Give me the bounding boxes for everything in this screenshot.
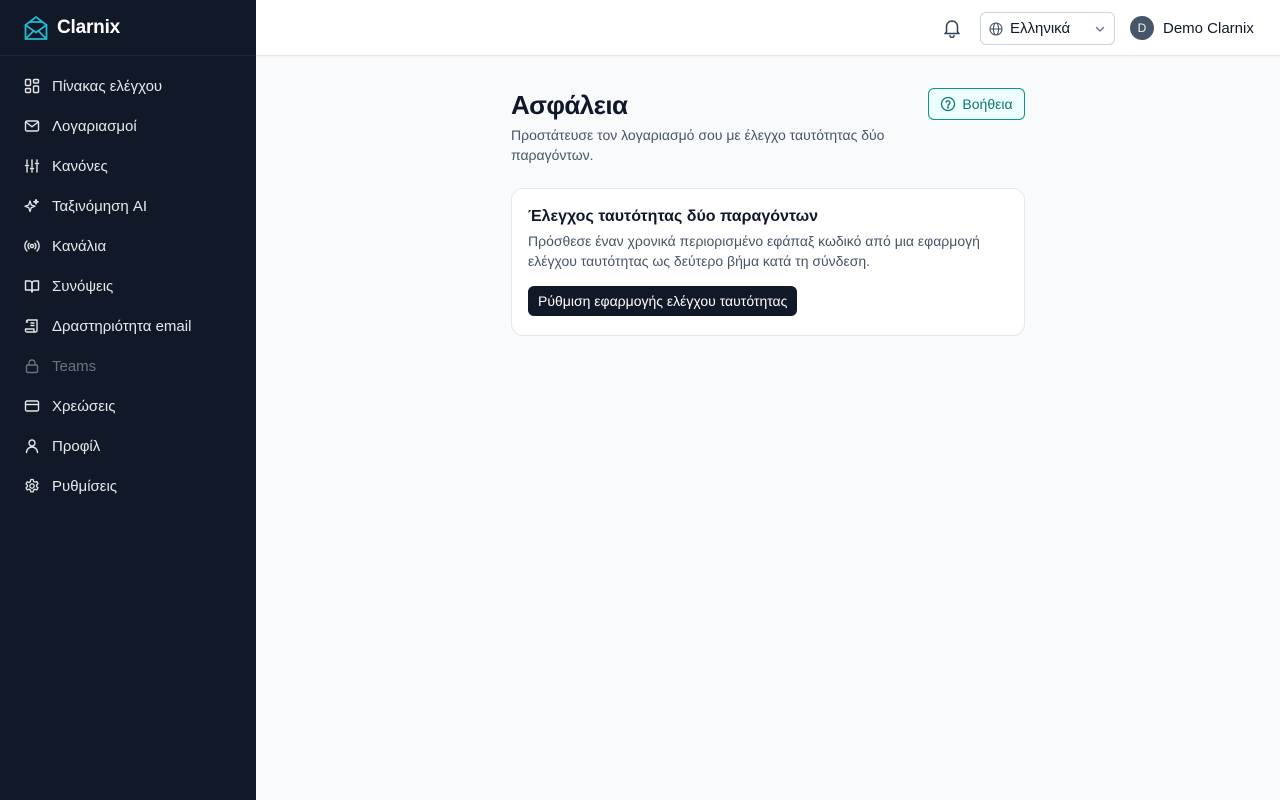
sidebar-item-label: Ρυθμίσεις — [52, 477, 118, 495]
sidebar-item-label: Δραστηριότητα email — [52, 317, 192, 335]
brand[interactable]: Clarnix — [0, 0, 256, 56]
setup-authenticator-button[interactable]: Ρύθμιση εφαρμογής ελέγχου ταυτότητας — [528, 286, 798, 316]
user-icon — [24, 438, 40, 454]
sidebar-item-label: Χρεώσεις — [52, 397, 116, 415]
credit-card-icon — [24, 398, 40, 414]
language-select-value: Ελληνικά — [1010, 20, 1071, 37]
sidebar-item-label: Κανόνες — [52, 157, 108, 175]
main-content: Ασφάλεια Προστάτευσε τον λογαριασμό σου … — [511, 88, 1025, 336]
sparkles-icon — [24, 198, 40, 214]
avatar: D — [1130, 16, 1154, 40]
brand-name: Clarnix — [57, 16, 121, 38]
gear-icon — [24, 478, 40, 494]
sidebar-item-teams: Teams — [0, 346, 256, 386]
sidebar-item-label: Προφίλ — [52, 437, 101, 455]
sliders-icon — [24, 158, 40, 174]
radio-icon — [24, 238, 40, 254]
sidebar-item-ai-sorting[interactable]: Ταξινόμηση AI — [0, 186, 256, 226]
sidebar-item-label: Κανάλια — [52, 237, 107, 255]
sidebar-item-rules[interactable]: Κανόνες — [0, 146, 256, 186]
help-button[interactable]: Βοήθεια — [928, 88, 1025, 120]
book-icon — [24, 278, 40, 294]
two-factor-card: Έλεγχος ταυτότητας δύο παραγόντων Πρόσθε… — [511, 188, 1025, 336]
user-menu[interactable]: D Demo Clarnix — [1130, 16, 1254, 40]
two-factor-card-title: Έλεγχος ταυτότητας δύο παραγόντων — [528, 208, 819, 225]
help-circle-icon — [940, 96, 956, 112]
sidebar-item-label: Teams — [52, 357, 97, 375]
globe-icon — [989, 21, 1003, 36]
sidebar-item-settings[interactable]: Ρυθμίσεις — [0, 466, 256, 506]
dashboard-icon — [24, 78, 40, 94]
scroll-icon — [24, 318, 40, 334]
two-factor-card-description: Πρόσθεσε έναν χρονικά περιορισμένο εφάπα… — [528, 233, 980, 269]
sidebar-item-label: Πίνακας ελέγχου — [52, 77, 163, 95]
sidebar-item-label: Συνόψεις — [52, 277, 114, 295]
chevron-down-icon — [1094, 23, 1106, 35]
mail-icon — [24, 118, 40, 134]
sidebar-item-accounts[interactable]: Λογαριασμοί — [0, 106, 256, 146]
notifications-bell-icon[interactable] — [940, 16, 964, 40]
top-bar: Ελληνικά D Demo Clarnix — [256, 0, 1280, 56]
lock-icon — [24, 358, 40, 374]
sidebar-item-profile[interactable]: Προφίλ — [0, 426, 256, 466]
page-subtitle: Προστάτευσε τον λογαριασμό σου με έλεγχο… — [511, 127, 885, 163]
sidebar-item-dashboard[interactable]: Πίνακας ελέγχου — [0, 66, 256, 106]
clarnix-logo-icon — [24, 15, 48, 41]
help-button-label: Βοήθεια — [962, 96, 1013, 112]
sidebar-item-summaries[interactable]: Συνόψεις — [0, 266, 256, 306]
sidebar: Clarnix Πίνακας ελέγχου Λογαριασμοί Κανό… — [0, 0, 256, 800]
sidebar-item-billing[interactable]: Χρεώσεις — [0, 386, 256, 426]
sidebar-nav: Πίνακας ελέγχου Λογαριασμοί Κανόνες Ταξι… — [0, 56, 256, 506]
language-select[interactable]: Ελληνικά — [980, 12, 1115, 45]
sidebar-item-label: Λογαριασμοί — [52, 117, 137, 135]
user-name: Demo Clarnix — [1163, 19, 1254, 37]
sidebar-item-email-activity[interactable]: Δραστηριότητα email — [0, 306, 256, 346]
sidebar-item-label: Ταξινόμηση AI — [52, 197, 148, 215]
sidebar-item-channels[interactable]: Κανάλια — [0, 226, 256, 266]
